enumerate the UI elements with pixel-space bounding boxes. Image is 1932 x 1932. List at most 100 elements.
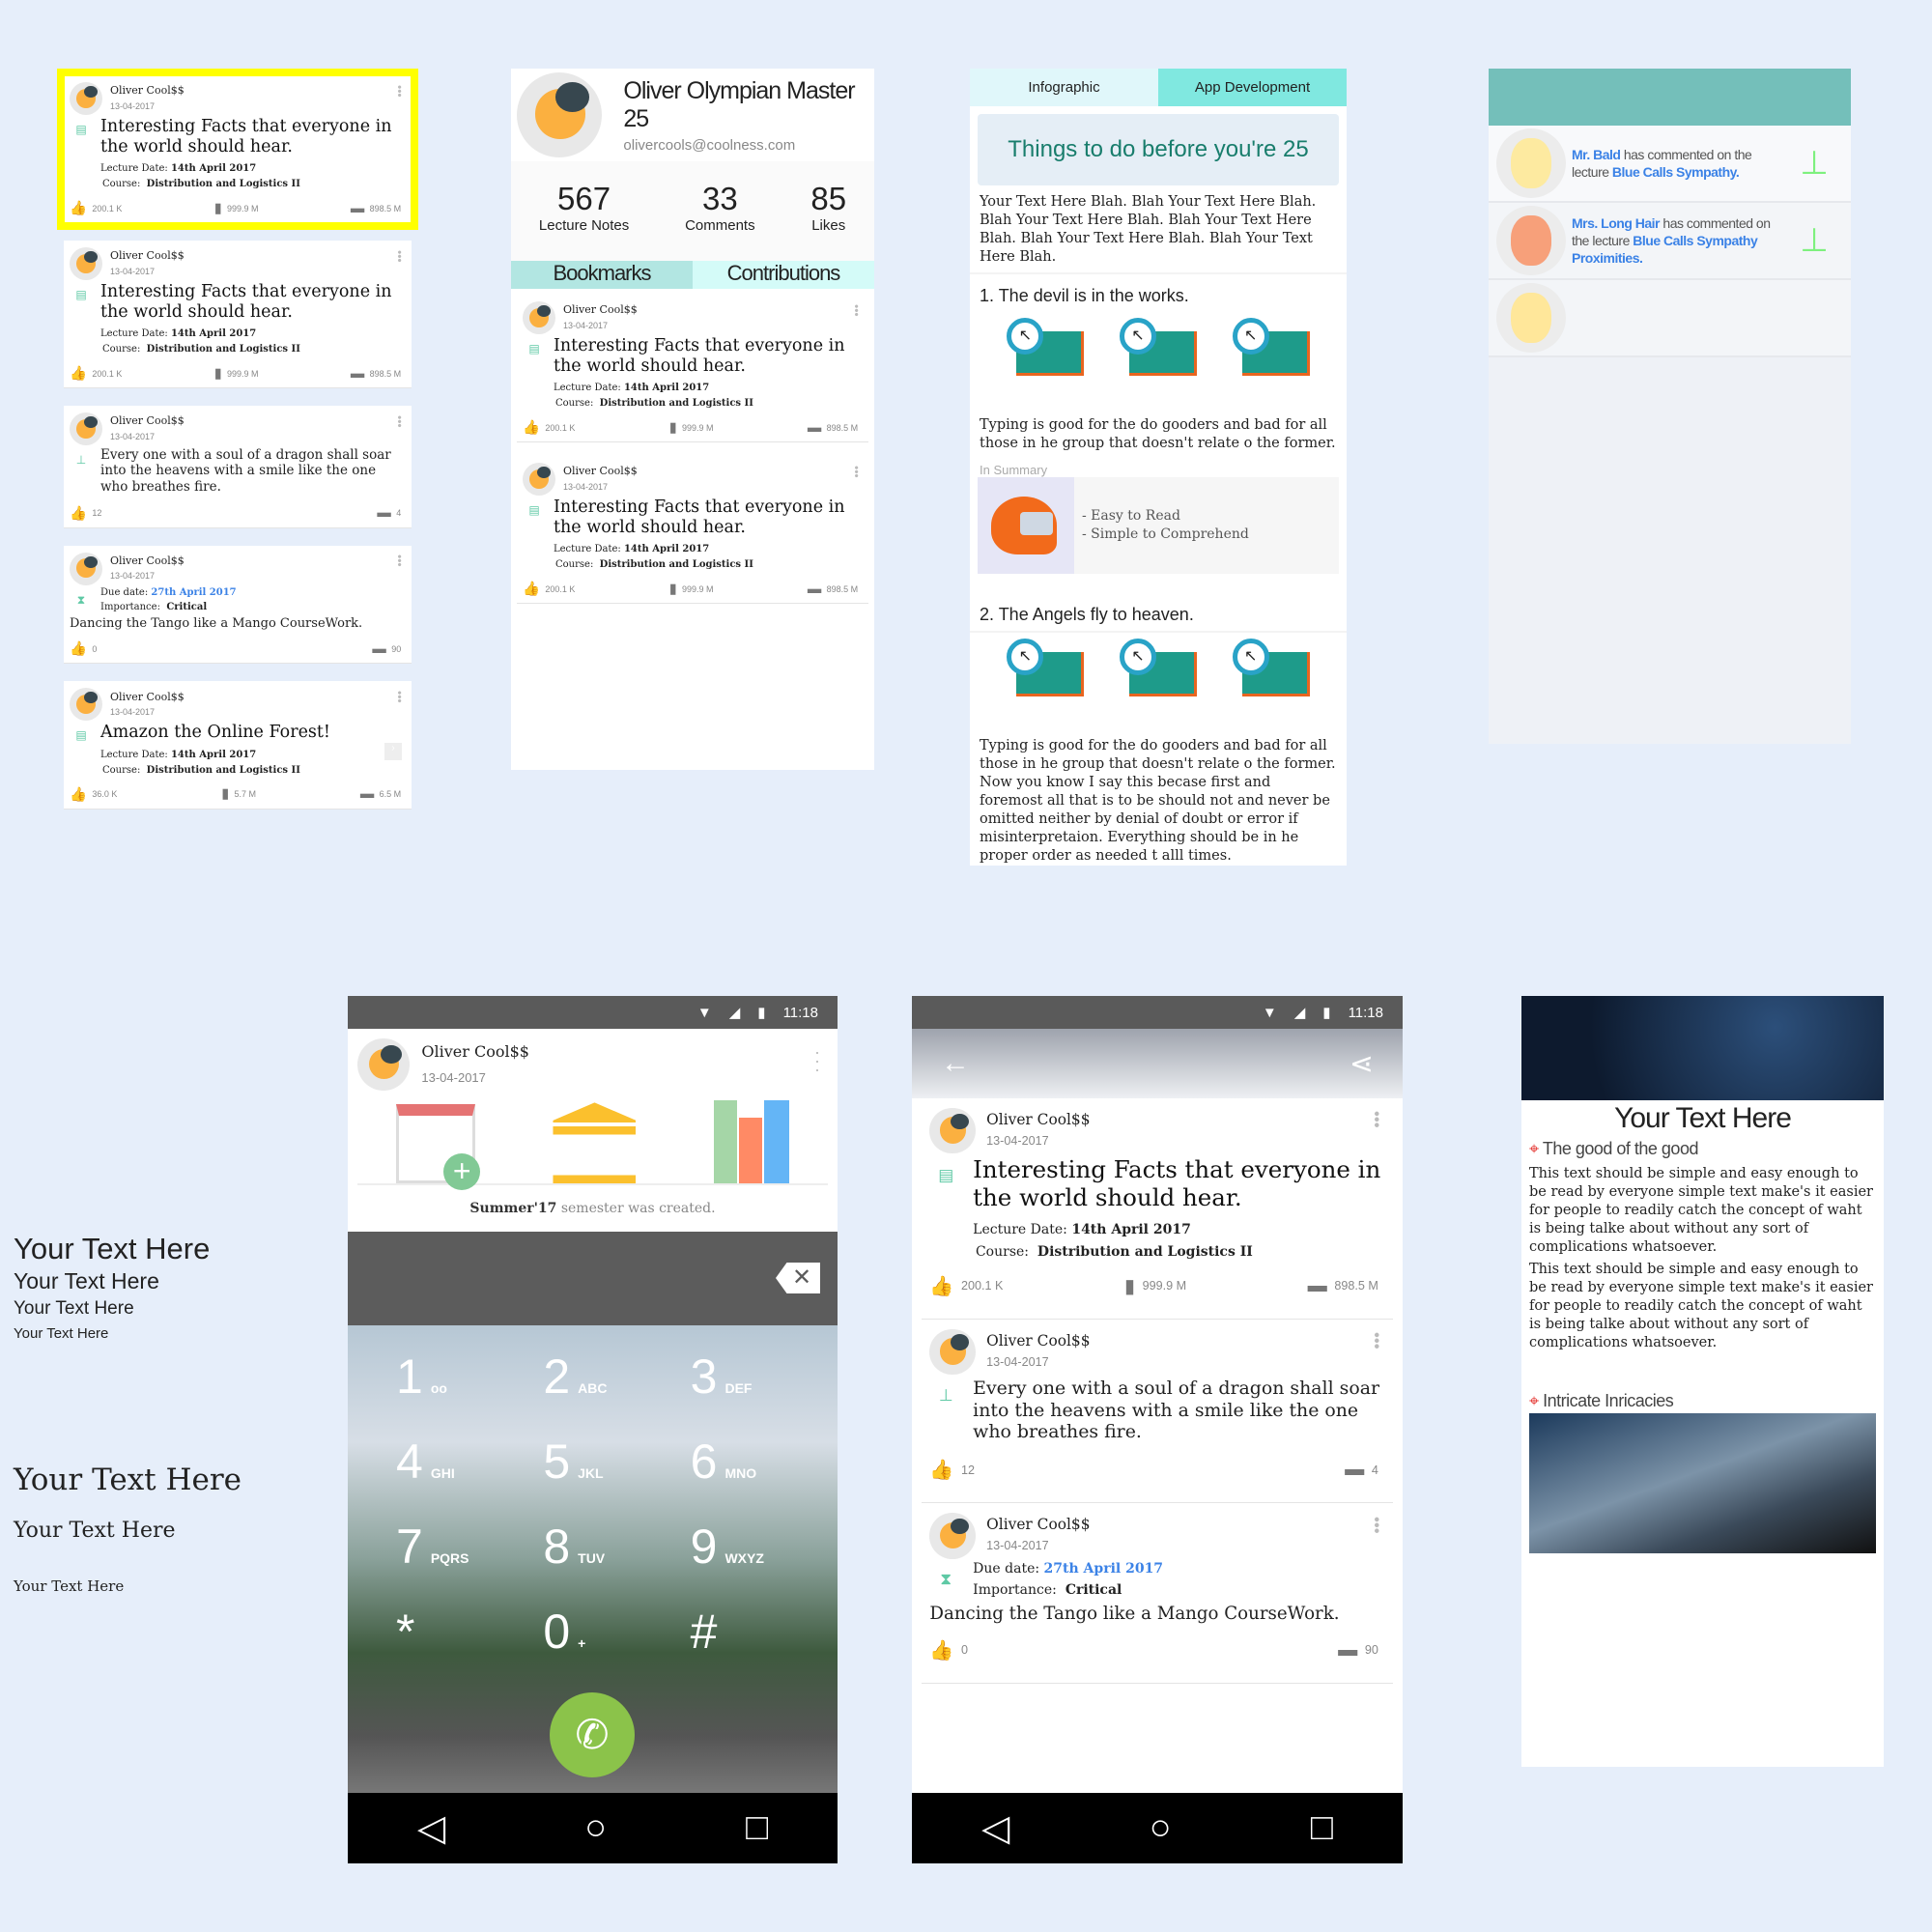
stat-lecture-notes[interactable]: 567 Lecture Notes <box>539 181 629 261</box>
like-button[interactable]: 👍 12 <box>70 505 101 522</box>
dial-key[interactable]: 3 DEF <box>691 1349 838 1405</box>
more-options-icon[interactable]: ••• <box>392 415 406 428</box>
comment-icon: ▬ <box>1307 1274 1327 1296</box>
comment-button[interactable]: ▬ 898.5 M <box>351 201 401 216</box>
home-nav-icon[interactable]: ○ <box>584 1807 607 1849</box>
feed-card[interactable]: Oliver Cool$$ 13-04-2017 ••• ▤ Interesting F… <box>64 241 412 389</box>
post-date: 13-04-2017 <box>421 1070 486 1085</box>
comment-button[interactable]: ▬ 6.5 M <box>360 786 401 802</box>
comment-button[interactable]: ▬ 898.5 M <box>351 366 401 382</box>
comment-icon: ▬ <box>1345 1459 1365 1481</box>
recents-nav-icon[interactable]: □ <box>1311 1807 1333 1849</box>
dial-input[interactable]: ✕ <box>348 1232 838 1325</box>
feed-card[interactable]: Oliver Cool$$ 13-04-2017 ••• ▤ Amazon the On… <box>64 681 412 810</box>
task-text: Dancing the Tango like a Mango CourseWor… <box>70 615 363 631</box>
more-options-icon[interactable]: ••• <box>1368 1332 1386 1350</box>
more-options-icon[interactable]: · · · <box>814 1043 820 1078</box>
home-nav-icon[interactable]: ○ <box>1150 1807 1172 1849</box>
profile-email: olivercools@coolness.com <box>623 136 796 154</box>
bookmark-button[interactable]: ▮ 5.7 M <box>221 786 256 802</box>
dial-key[interactable]: * <box>396 1604 543 1660</box>
author-name: Oliver Cool$$ <box>110 84 185 98</box>
comment-button[interactable]: ▬ 4 <box>377 505 401 521</box>
notification-item[interactable] <box>1489 280 1851 357</box>
avatar <box>523 463 555 497</box>
feed-card[interactable]: Oliver Cool$$ 13-04-2017 ••• ▤ Interesting F… <box>57 68 418 231</box>
back-nav-icon[interactable]: ◁ <box>417 1806 445 1850</box>
bookmark-button[interactable]: ▮ 999.9 M <box>214 201 259 216</box>
bookmark-button[interactable]: ▮ 999.9 M <box>669 420 714 436</box>
comment-button[interactable]: ▬ 898.5 M <box>1308 1275 1378 1297</box>
paragraph: This text should be simple and easy enou… <box>1529 1166 1873 1255</box>
bookmark-icon: ▮ <box>221 786 230 803</box>
more-options-icon[interactable]: ••• <box>849 466 863 478</box>
back-nav-icon[interactable]: ◁ <box>981 1806 1009 1850</box>
feed-card[interactable]: Oliver Cool$$ 13-04-2017 ••• ⊥ Every one wit… <box>922 1319 1393 1504</box>
profile-avatar <box>517 71 603 158</box>
summary-point: - Simple to Comprehend <box>1082 526 1249 542</box>
stat-likes[interactable]: 85 Likes <box>810 181 846 261</box>
dial-key[interactable]: 5 JKL <box>543 1434 690 1490</box>
feed-card[interactable]: Oliver Cool$$ 13-04-2017 ••• ⧗ Due date: 27t… <box>64 545 412 665</box>
call-button[interactable]: ✆ <box>550 1692 635 1777</box>
like-button[interactable]: 👍 200.1 K <box>523 419 575 436</box>
lecture-title: Amazon the Online Forest! <box>100 723 330 743</box>
more-options-icon[interactable]: ••• <box>392 85 406 98</box>
feed-card[interactable]: Oliver Cool$$ 13-04-2017 ••• ▤ Interesting F… <box>517 456 868 605</box>
tab-infographic[interactable]: Infographic <box>970 69 1158 106</box>
notification-item[interactable]: Mrs. Long Hair has commented on the lect… <box>1489 203 1851 280</box>
dial-key[interactable]: 6 MNO <box>691 1434 838 1490</box>
tab-app-development[interactable]: App Development <box>1158 69 1347 106</box>
dial-key[interactable]: 0 + <box>543 1604 690 1660</box>
signal-icon: ◢ <box>1293 1005 1306 1021</box>
more-options-icon[interactable]: ••• <box>392 250 406 263</box>
dial-key[interactable]: 8 TUV <box>543 1519 690 1575</box>
comment-button[interactable]: ▬ 90 <box>372 641 401 657</box>
tab-contributions[interactable]: Contributions <box>693 261 874 289</box>
more-options-icon[interactable]: ••• <box>392 554 406 567</box>
like-button[interactable]: 👍 200.1 K <box>70 200 122 216</box>
comment-button[interactable]: ▬ 898.5 M <box>808 420 858 436</box>
clock-board-icon: ↖ <box>1007 318 1085 376</box>
bookmark-button[interactable]: ▮ 999.9 M <box>214 366 259 382</box>
clock-board-icon: ↖ <box>1007 639 1085 696</box>
dial-key[interactable]: 2 ABC <box>543 1349 690 1405</box>
clock-time: 11:18 <box>1348 1004 1383 1021</box>
notification-item[interactable]: Mr. Bald has commented on the lecture Bl… <box>1489 126 1851 203</box>
avatar <box>70 247 102 281</box>
more-options-icon[interactable]: ••• <box>1368 1517 1386 1534</box>
like-button[interactable]: 👍 0 <box>929 1638 968 1662</box>
back-arrow-icon[interactable]: ← <box>941 1047 970 1080</box>
comment-button[interactable]: ▬ 90 <box>1338 1639 1378 1662</box>
lecture-date: Lecture Date: 14th April 2017 <box>100 328 257 340</box>
feed-card[interactable]: Oliver Cool$$ 13-04-2017 ••• ▤ Interesting F… <box>922 1098 1393 1320</box>
chevron-right-icon[interactable]: › <box>384 743 402 761</box>
recents-nav-icon[interactable]: □ <box>746 1807 768 1849</box>
like-button[interactable]: 👍 12 <box>929 1458 975 1482</box>
dial-key[interactable]: 4 GHI <box>396 1434 543 1490</box>
more-options-icon[interactable]: ••• <box>392 691 406 703</box>
user-name: Oliver Cool$$ <box>421 1042 529 1061</box>
bookmark-button[interactable]: ▮ 999.9 M <box>669 582 714 597</box>
more-options-icon[interactable]: ••• <box>849 304 863 317</box>
backspace-icon[interactable]: ✕ <box>776 1263 820 1293</box>
feed-card[interactable]: Oliver Cool$$ 13-04-2017 ••• ▤ Interesting F… <box>517 295 868 443</box>
like-button[interactable]: 👍 200.1 K <box>929 1274 1003 1298</box>
dial-key[interactable]: 7 PQRS <box>396 1519 543 1575</box>
comment-button[interactable]: ▬ 898.5 M <box>808 582 858 597</box>
tab-bookmarks[interactable]: Bookmarks <box>511 261 693 289</box>
feed-card[interactable]: Oliver Cool$$ 13-04-2017 ••• ⧗ Due date: 27t… <box>922 1503 1393 1684</box>
more-options-icon[interactable]: ••• <box>1368 1111 1386 1128</box>
like-button[interactable]: 👍 200.1 K <box>70 365 122 382</box>
dial-key[interactable]: # <box>691 1604 838 1660</box>
like-button[interactable]: 👍 0 <box>70 640 97 657</box>
like-button[interactable]: 👍 200.1 K <box>523 581 575 597</box>
bookmark-button[interactable]: ▮ 999.9 M <box>1124 1274 1186 1298</box>
comment-button[interactable]: ▬ 4 <box>1345 1459 1378 1481</box>
feed-card[interactable]: Oliver Cool$$ 13-04-2017 ••• ⊥ Every one wit… <box>64 406 412 528</box>
share-icon[interactable]: ⋖ <box>1350 1047 1374 1081</box>
like-button[interactable]: 👍 36.0 K <box>70 786 117 803</box>
dial-key[interactable]: 1 oo <box>396 1349 543 1405</box>
dial-key[interactable]: 9 WXYZ <box>691 1519 838 1575</box>
stat-comments[interactable]: 33 Comments <box>685 181 755 261</box>
